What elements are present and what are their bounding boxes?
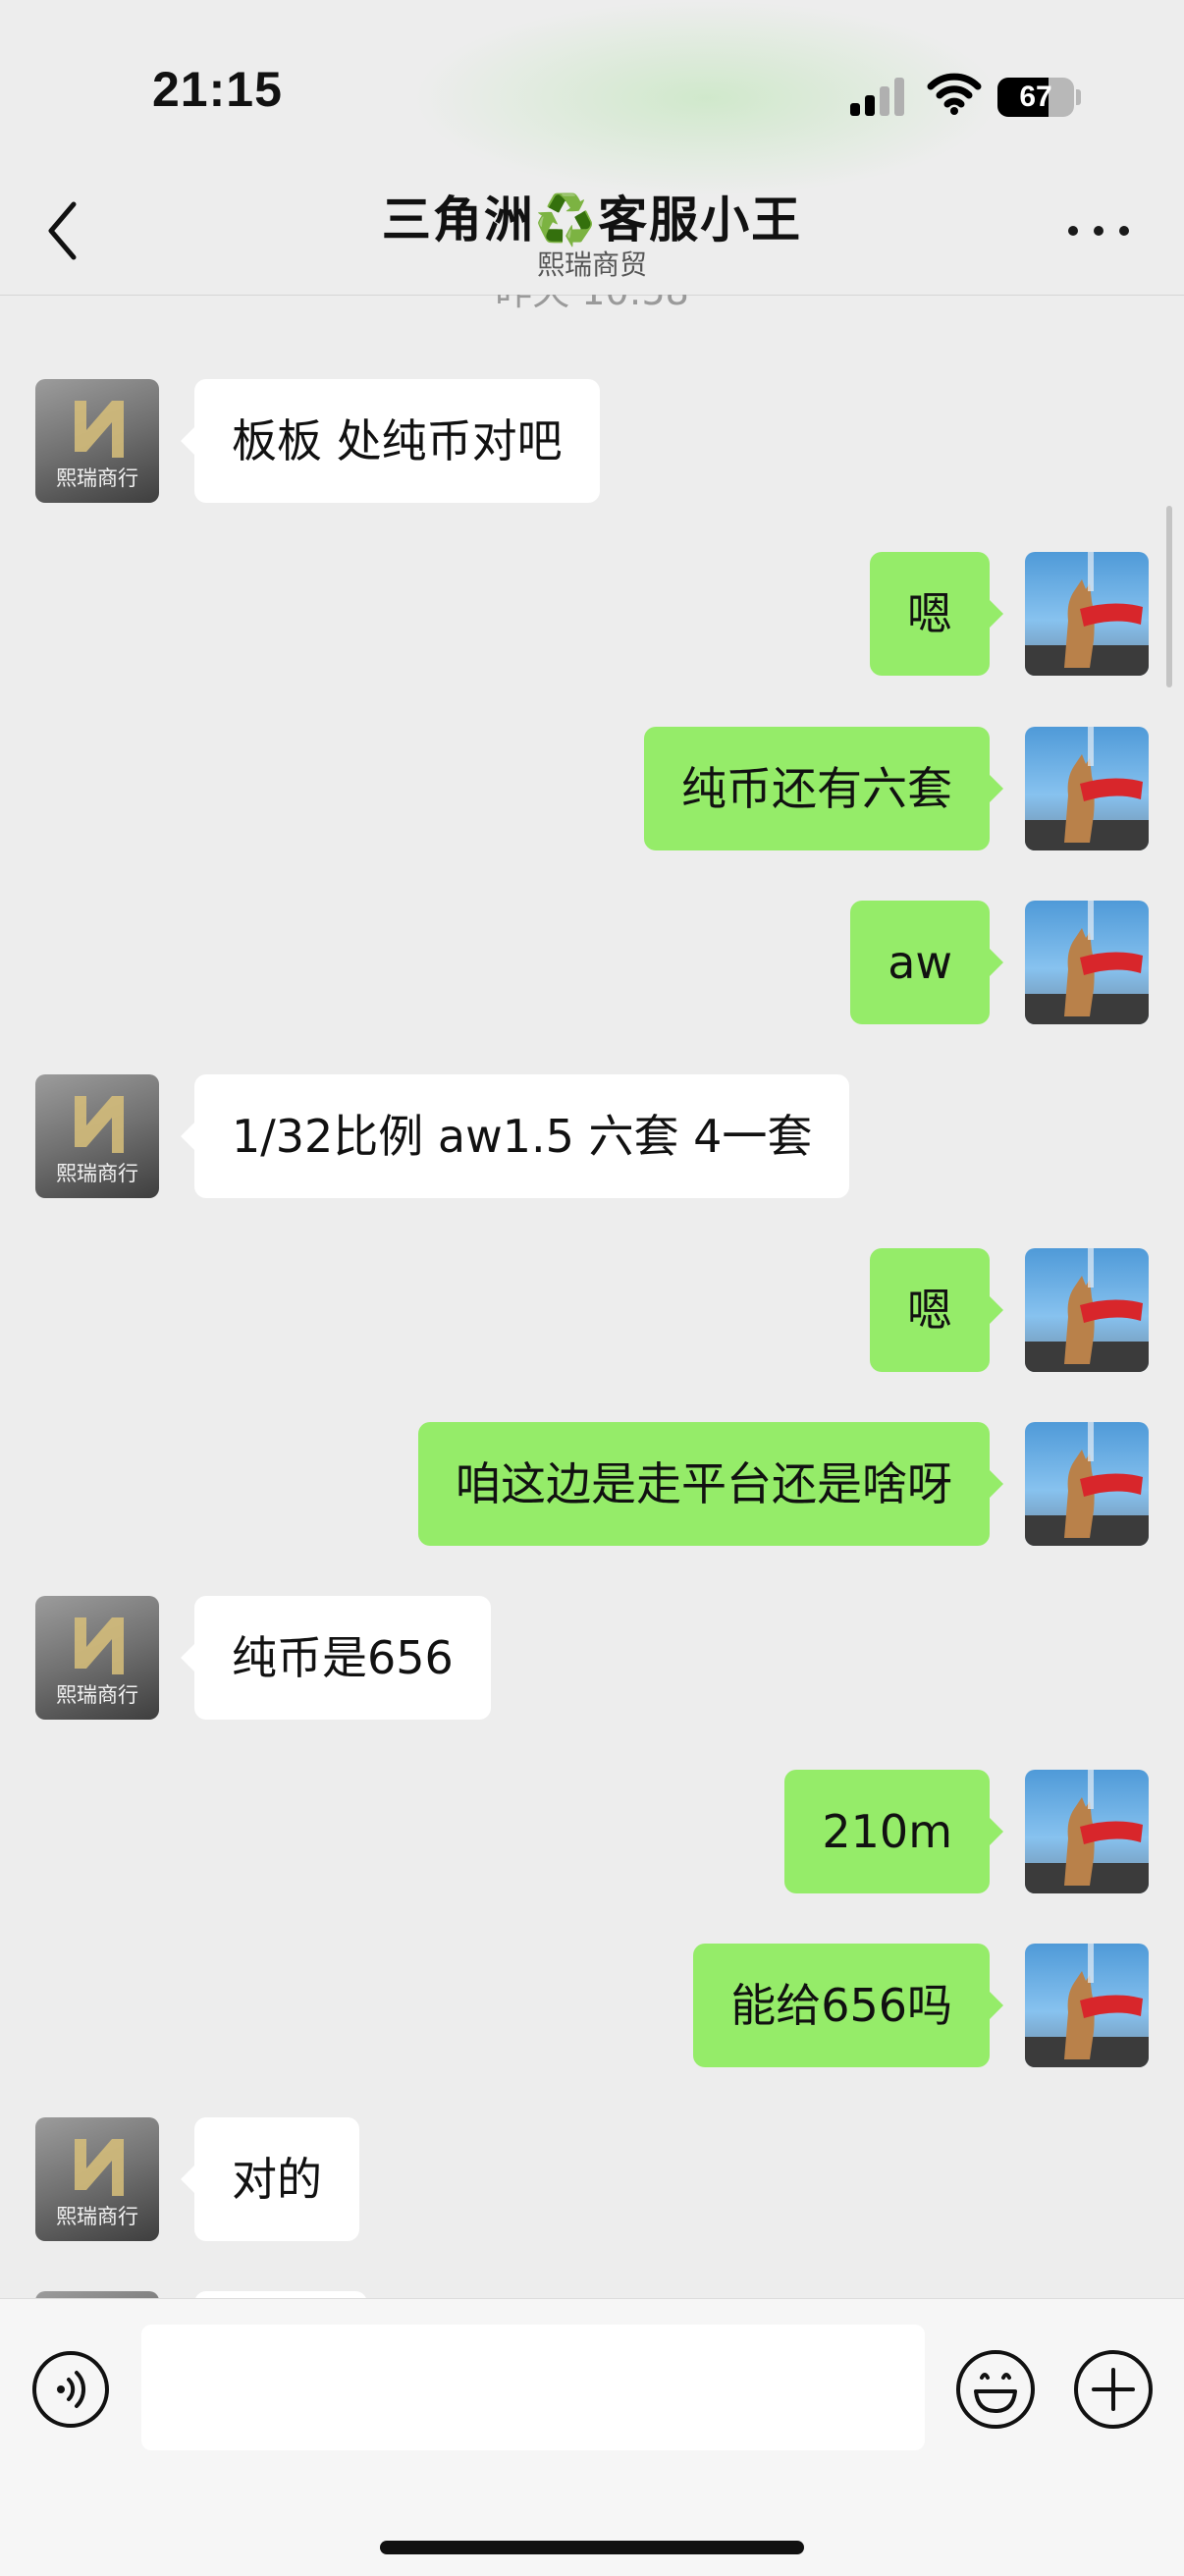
user-avatar[interactable] (1025, 727, 1149, 850)
contact-avatar[interactable]: 熙瑞商行 (35, 1596, 159, 1720)
battery-cap (1076, 89, 1081, 105)
dog-avatar-icon (1025, 552, 1149, 676)
chat-title: 三角洲♻️客服小王 (0, 181, 1184, 251)
home-indicator[interactable] (380, 2541, 804, 2554)
dog-avatar-icon (1025, 1770, 1149, 1893)
chat-title-prefix: 三角洲 (381, 192, 535, 248)
incoming-message[interactable]: 对的 (181, 2117, 359, 2241)
wifi-icon (927, 73, 982, 115)
voice-icon[interactable] (31, 2350, 110, 2429)
chat-header: 三角洲♻️客服小王 熙瑞商贸 (0, 157, 1184, 296)
user-avatar[interactable] (1025, 901, 1149, 1024)
company-logo-icon: 熙瑞商行 (56, 2139, 138, 2228)
company-logo-icon: 熙瑞商行 (56, 1617, 138, 1707)
outgoing-message[interactable]: aw (850, 901, 1003, 1024)
company-logo-icon: 熙瑞商行 (56, 1096, 138, 1185)
user-avatar[interactable] (1025, 1944, 1149, 2067)
outgoing-message[interactable]: 嗯 (870, 552, 1003, 676)
dog-avatar-icon (1025, 1422, 1149, 1546)
outgoing-message[interactable]: 嗯 (870, 1248, 1003, 1372)
dog-avatar-icon (1025, 1944, 1149, 2067)
outgoing-message[interactable]: 咱这边是走平台还是啥呀 (418, 1422, 1003, 1546)
contact-avatar[interactable] (35, 2291, 159, 2298)
outgoing-message[interactable]: 纯币还有六套 (644, 727, 1003, 850)
contact-avatar[interactable]: 熙瑞商行 (35, 1074, 159, 1198)
plus-icon[interactable] (1072, 2348, 1155, 2431)
incoming-message[interactable]: 板板 处纯币对吧 (181, 379, 600, 503)
input-bar (0, 2298, 1184, 2576)
contact-avatar[interactable]: 熙瑞商行 (35, 2117, 159, 2241)
cellular-signal-icon (850, 77, 905, 116)
dog-avatar-icon (1025, 1248, 1149, 1372)
more-dots-icon[interactable] (1068, 220, 1129, 240)
user-avatar[interactable] (1025, 1422, 1149, 1546)
chat-subtitle: 熙瑞商贸 (536, 248, 647, 281)
recycle-icon: ♻️ (534, 192, 599, 248)
outgoing-message[interactable]: 210m (784, 1770, 1003, 1893)
message-timestamp: 昨天 10:58 (0, 295, 1184, 315)
message-list[interactable]: 昨天 10:58 熙瑞商行 板板 处纯币对吧 嗯 纯币还有六套 aw (0, 295, 1184, 2298)
company-logo-icon: 熙瑞商行 (56, 401, 138, 490)
scrollbar[interactable] (1166, 506, 1172, 687)
user-avatar[interactable] (1025, 1248, 1149, 1372)
incoming-message-partial[interactable] (194, 2291, 367, 2298)
battery-percent: 67 (1019, 81, 1052, 113)
avatar-label: 熙瑞商行 (56, 2205, 138, 2228)
outgoing-message[interactable]: 能给656吗 (693, 1944, 1003, 2067)
status-bar: 21:15 67 (0, 0, 1184, 157)
contact-avatar[interactable]: 熙瑞商行 (35, 379, 159, 503)
incoming-message[interactable]: 1/32比例 aw1.5 六套 4一套 (180, 1074, 850, 1198)
chat-title-suffix: 客服小王 (598, 192, 803, 248)
avatar-label: 熙瑞商行 (56, 1162, 138, 1185)
avatar-label: 熙瑞商行 (56, 1683, 138, 1707)
battery-icon: 67 (997, 78, 1074, 117)
dog-avatar-icon (1025, 727, 1149, 850)
incoming-message[interactable]: 纯币是656 (181, 1596, 491, 1720)
status-time: 21:15 (152, 62, 283, 117)
user-avatar[interactable] (1025, 1770, 1149, 1893)
emoji-icon[interactable] (954, 2348, 1037, 2431)
dog-avatar-icon (1025, 901, 1149, 1024)
message-input[interactable] (141, 2325, 925, 2450)
user-avatar[interactable] (1025, 552, 1149, 676)
avatar-label: 熙瑞商行 (56, 466, 138, 490)
